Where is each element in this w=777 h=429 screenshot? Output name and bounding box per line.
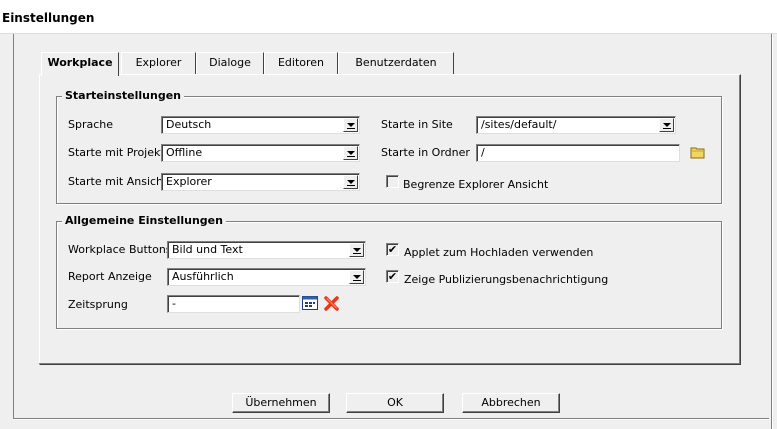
publish-notify-checkbox[interactable]: ✔ (386, 270, 399, 283)
publish-notify-label: Zeige Publizierungsbenachrichtigung (404, 273, 609, 286)
tab-explorer[interactable]: Explorer (121, 52, 196, 74)
report-label: Report Anzeige (68, 270, 152, 283)
limit-explorer-checkbox[interactable] (386, 175, 399, 188)
language-label: Sprache (68, 118, 114, 131)
tab-workplace[interactable]: Workplace (41, 52, 119, 76)
dialog-title: Einstellungen (2, 11, 95, 25)
workplace-buttons-select[interactable]: Bild und Text (167, 241, 366, 259)
folder-icon[interactable] (690, 146, 706, 162)
language-select[interactable]: Deutsch (161, 116, 360, 134)
chevron-down-icon[interactable] (343, 118, 358, 132)
start-settings-legend: Starteinstellungen (62, 89, 184, 102)
calendar-icon[interactable] (302, 296, 318, 313)
dialog-title-bar: Einstellungen (0, 0, 777, 34)
dialog-right-edge (771, 34, 773, 429)
cancel-button[interactable]: Abbrechen (462, 393, 560, 413)
chevron-down-icon[interactable] (349, 243, 364, 257)
project-value: Offline (166, 146, 203, 159)
project-select[interactable]: Offline (161, 144, 360, 162)
chevron-down-icon[interactable] (659, 118, 674, 132)
tab-dialoge[interactable]: Dialoge (196, 52, 264, 74)
chevron-down-icon[interactable] (349, 270, 364, 284)
limit-explorer-label: Begrenze Explorer Ansicht (403, 178, 549, 191)
workplace-buttons-value: Bild und Text (172, 243, 243, 256)
general-settings-legend: Allgemeine Einstellungen (62, 214, 226, 227)
dialog-left-edge (13, 34, 14, 420)
applet-label: Applet zum Hochladen verwenden (404, 246, 594, 259)
language-value: Deutsch (166, 118, 212, 131)
ok-button[interactable]: OK (346, 393, 444, 413)
view-select[interactable]: Explorer (161, 173, 360, 191)
site-label: Starte in Site (381, 118, 453, 131)
applet-checkbox[interactable]: ✔ (386, 243, 399, 256)
preferences-dialog: Einstellungen Workplace Explorer Dialoge… (0, 0, 777, 429)
workplace-buttons-label: Workplace Buttons (68, 243, 172, 256)
chevron-down-icon[interactable] (343, 146, 358, 160)
apply-button[interactable]: Übernehmen (232, 393, 330, 413)
tab-benutzerdaten[interactable]: Benutzerdaten (338, 52, 454, 74)
report-value: Ausführlich (172, 270, 234, 283)
report-select[interactable]: Ausführlich (167, 268, 366, 286)
folder-input[interactable]: / (476, 144, 680, 162)
clear-x-icon[interactable] (323, 295, 340, 315)
timewarp-label: Zeitsprung (68, 298, 128, 311)
timewarp-input[interactable]: - (167, 295, 300, 313)
tab-editoren[interactable]: Editoren (264, 52, 338, 74)
site-value: /sites/default/ (481, 118, 557, 131)
folder-label: Starte in Ordner (381, 146, 470, 159)
site-select[interactable]: /sites/default/ (476, 116, 676, 134)
view-value: Explorer (166, 175, 212, 188)
view-label: Starte mit Ansicht (68, 175, 168, 188)
project-label: Starte mit Projekt (68, 146, 165, 159)
dialog-bottom-edge (13, 418, 769, 420)
chevron-down-icon[interactable] (343, 175, 358, 189)
